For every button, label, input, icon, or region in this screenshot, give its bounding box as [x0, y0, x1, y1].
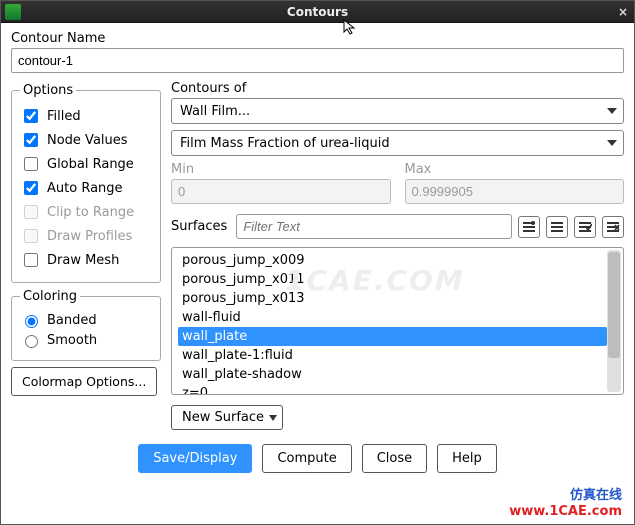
- scrollbar[interactable]: [607, 250, 621, 392]
- min-label: Min: [171, 162, 391, 177]
- option-label: Auto Range: [47, 181, 123, 196]
- coloring-legend: Coloring: [20, 289, 80, 304]
- option-filled[interactable]: Filled: [20, 106, 152, 126]
- help-button[interactable]: Help: [437, 444, 497, 473]
- coloring-smooth[interactable]: Smooth: [20, 332, 152, 348]
- footer-cn: 仿真在线: [509, 488, 622, 504]
- option-node-values[interactable]: Node Values: [20, 130, 152, 150]
- option-label: Node Values: [47, 133, 128, 148]
- window-title: Contours: [1, 5, 634, 19]
- footer-watermark: 仿真在线 www.1CAE.com: [509, 488, 622, 520]
- list-item[interactable]: wall_plate: [178, 327, 607, 346]
- footer-url: www.1CAE.com: [509, 504, 622, 520]
- option-clip-to-range: Clip to Range: [20, 202, 152, 222]
- surfaces-listbox[interactable]: porous_jump_x009porous_jump_x011porous_j…: [171, 247, 624, 395]
- checkbox[interactable]: [24, 109, 38, 123]
- list-item[interactable]: porous_jump_x011: [178, 270, 607, 289]
- list-item[interactable]: z=0: [178, 384, 607, 395]
- chevron-down-icon: [607, 140, 617, 146]
- option-label: Draw Profiles: [47, 229, 132, 244]
- contour-name-input[interactable]: [11, 48, 624, 73]
- surfaces-label: Surfaces: [171, 219, 227, 234]
- list-item[interactable]: wall_plate-shadow: [178, 365, 607, 384]
- compute-button[interactable]: Compute: [262, 444, 351, 473]
- titlebar: Contours ×: [1, 1, 634, 23]
- new-surface-dropdown[interactable]: New Surface: [171, 405, 283, 430]
- dropdown-value: Wall Film...: [180, 104, 250, 119]
- radio-label: Banded: [47, 313, 97, 328]
- radio[interactable]: [25, 315, 38, 328]
- dropdown-value: Film Mass Fraction of urea-liquid: [180, 136, 390, 151]
- coloring-banded[interactable]: Banded: [20, 312, 152, 328]
- option-draw-profiles: Draw Profiles: [20, 226, 152, 246]
- chevron-down-icon: [607, 108, 617, 114]
- max-input: [405, 179, 625, 204]
- contour-name-label: Contour Name: [11, 31, 624, 46]
- dropdown-value: New Surface: [182, 410, 264, 425]
- checkbox: [24, 229, 38, 243]
- option-auto-range[interactable]: Auto Range: [20, 178, 152, 198]
- contours-of-label: Contours of: [171, 81, 624, 96]
- option-global-range[interactable]: Global Range: [20, 154, 152, 174]
- list-item[interactable]: wall-fluid: [178, 308, 607, 327]
- option-label: Draw Mesh: [47, 253, 119, 268]
- checkbox[interactable]: [24, 181, 38, 195]
- filter-toggle-icon[interactable]: [518, 216, 540, 238]
- scrollbar-thumb[interactable]: [608, 252, 620, 358]
- option-label: Filled: [47, 109, 81, 124]
- deselect-all-icon[interactable]: [602, 216, 624, 238]
- option-draw-mesh[interactable]: Draw Mesh: [20, 250, 152, 270]
- checkbox: [24, 205, 38, 219]
- filter-clear-icon[interactable]: [546, 216, 568, 238]
- list-item[interactable]: wall_plate-1:fluid: [178, 346, 607, 365]
- contours-of-variable-dropdown[interactable]: Film Mass Fraction of urea-liquid: [171, 130, 624, 156]
- min-input: [171, 179, 391, 204]
- select-all-icon[interactable]: [574, 216, 596, 238]
- colormap-options-button[interactable]: Colormap Options...: [11, 367, 157, 396]
- list-item[interactable]: porous_jump_x013: [178, 289, 607, 308]
- radio-label: Smooth: [47, 333, 97, 348]
- surfaces-filter-input[interactable]: [236, 214, 512, 239]
- chevron-down-icon: [269, 415, 277, 421]
- contours-of-category-dropdown[interactable]: Wall Film...: [171, 98, 624, 124]
- options-legend: Options: [20, 83, 76, 98]
- checkbox[interactable]: [24, 133, 38, 147]
- option-label: Global Range: [47, 157, 134, 172]
- coloring-fieldset: Coloring Banded Smooth: [11, 289, 161, 361]
- close-button[interactable]: Close: [362, 444, 427, 473]
- options-fieldset: Options Filled Node Values Global Range Aut…: [11, 83, 161, 283]
- option-label: Clip to Range: [47, 205, 134, 220]
- list-item[interactable]: porous_jump_x009: [178, 251, 607, 270]
- save-display-button[interactable]: Save/Display: [138, 444, 252, 473]
- radio[interactable]: [25, 335, 38, 348]
- checkbox[interactable]: [24, 253, 38, 267]
- checkbox[interactable]: [24, 157, 38, 171]
- max-label: Max: [405, 162, 625, 177]
